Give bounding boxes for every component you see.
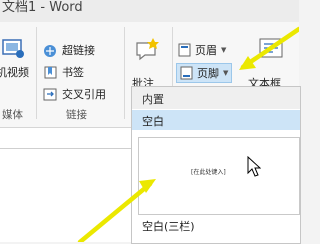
- header-label: 页眉: [195, 44, 217, 57]
- footer-option-blank[interactable]: 空白: [132, 110, 300, 130]
- group-separator: [36, 27, 37, 119]
- footer-option-label: 空白: [142, 115, 164, 128]
- footer-option-label: 空白(三栏): [142, 220, 195, 233]
- header-icon: [178, 43, 191, 57]
- footer-option-blank-three-column[interactable]: 空白(三栏): [132, 215, 300, 235]
- bookmark-button[interactable]: 书签: [43, 64, 84, 80]
- comment-icon: [136, 38, 159, 61]
- footer-label: 页脚: [197, 67, 219, 80]
- bookmark-label: 书签: [62, 66, 84, 79]
- cross-reference-label: 交叉引用: [62, 88, 106, 101]
- chevron-down-icon: ▼: [223, 69, 229, 77]
- cross-reference-button[interactable]: 交叉引用: [43, 86, 106, 102]
- online-video-label: 机视频: [0, 66, 29, 79]
- title-bar: 文档1 - Word: [0, 0, 299, 22]
- footer-preview-blank[interactable]: [在此处键入]: [138, 137, 300, 215]
- hyperlink-icon: [44, 44, 56, 57]
- gallery-section-header: 内置: [132, 87, 300, 109]
- media-group-label: 媒体: [2, 109, 23, 121]
- footer-preview-text: [在此处键入]: [191, 169, 226, 176]
- video-icon: [2, 39, 24, 58]
- hyperlink-label: 超链接: [62, 44, 95, 57]
- page-divider: [0, 148, 132, 149]
- mouse-cursor-icon: [247, 156, 261, 177]
- footer-icon: [180, 66, 193, 80]
- group-separator: [124, 27, 125, 119]
- textbox-icon: [259, 38, 283, 58]
- online-video-button[interactable]: 机视频: [0, 37, 30, 89]
- footer-gallery-dropdown: 内置 空白 [在此处键入] 空白(三栏): [131, 86, 301, 244]
- header-button[interactable]: 页眉 ▼: [178, 42, 226, 58]
- builtin-heading: 内置: [142, 93, 164, 106]
- window-title: 文档1 - Word: [2, 0, 83, 15]
- hyperlink-button[interactable]: 超链接: [43, 42, 95, 58]
- bookmark-icon: [44, 66, 57, 78]
- links-group-label: 链接: [66, 109, 87, 121]
- cross-reference-icon: [43, 88, 57, 100]
- footer-button[interactable]: 页脚 ▼: [176, 63, 233, 83]
- document-page[interactable]: [0, 128, 132, 242]
- chevron-down-icon: ▼: [221, 46, 227, 54]
